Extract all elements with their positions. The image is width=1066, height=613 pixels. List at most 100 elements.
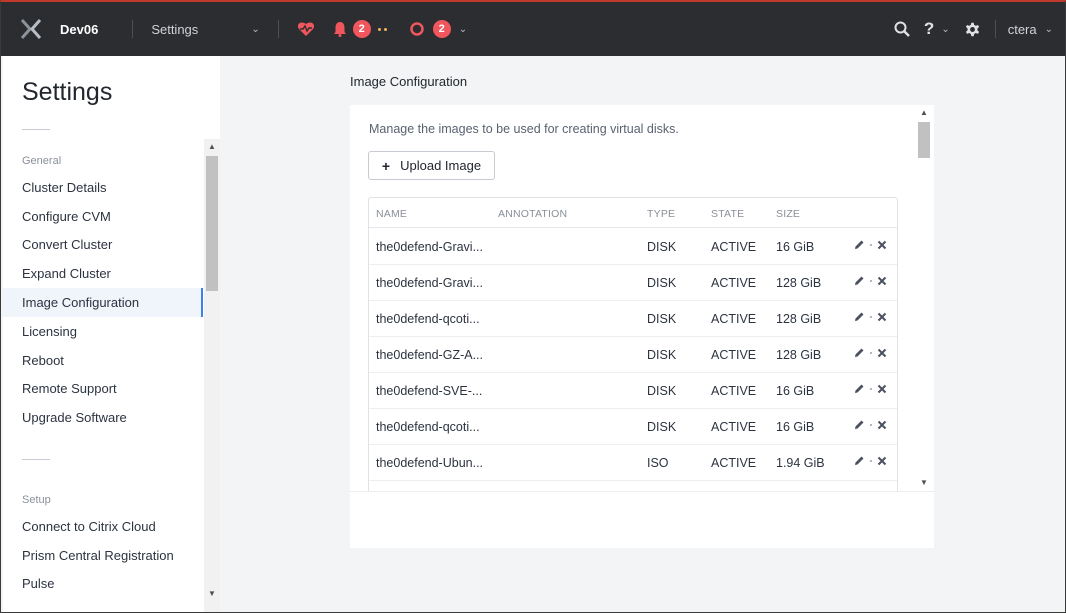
delete-x-icon[interactable] bbox=[877, 420, 887, 430]
column-header-state[interactable]: STATE bbox=[711, 208, 744, 220]
sidebar-item-cluster-details[interactable]: Cluster Details bbox=[3, 173, 203, 202]
sidebar-scroll-thumb[interactable] bbox=[206, 156, 218, 291]
user-menu[interactable]: ctera bbox=[1008, 22, 1037, 37]
sidebar-item-reboot[interactable]: Reboot bbox=[3, 346, 203, 375]
column-header-annotation[interactable]: ANNOTATION bbox=[498, 208, 567, 220]
delete-x-icon[interactable] bbox=[877, 240, 887, 250]
nav-dropdown-label[interactable]: Settings bbox=[151, 22, 251, 37]
table-row[interactable]: the0defend-SVE-... DISK ACTIVE 16 GiB bbox=[369, 373, 897, 409]
bell-icon[interactable] bbox=[333, 21, 347, 37]
cell-size: 1.94 GiB bbox=[776, 456, 825, 470]
upload-image-label: Upload Image bbox=[400, 158, 482, 173]
sidebar-item-upgrade-software[interactable]: Upgrade Software bbox=[3, 403, 203, 432]
cell-state: ACTIVE bbox=[711, 348, 757, 362]
panel-description: Manage the images to be used for creatin… bbox=[369, 122, 679, 136]
sidebar-item-configure-cvm[interactable]: Configure CVM bbox=[3, 202, 203, 231]
sidebar-item-image-configuration[interactable]: Image Configuration bbox=[3, 288, 203, 317]
cell-size: 128 GiB bbox=[776, 276, 822, 290]
chevron-down-icon[interactable]: ⌄ bbox=[459, 24, 467, 35]
edit-pencil-icon[interactable] bbox=[854, 311, 865, 322]
section-label-general: General bbox=[22, 155, 62, 167]
image-config-panel: Manage the images to be used for creatin… bbox=[350, 105, 934, 548]
sidebar-item-expand-cluster[interactable]: Expand Cluster bbox=[3, 259, 203, 288]
separator-dot bbox=[870, 459, 872, 462]
scroll-down-arrow-icon[interactable]: ▼ bbox=[916, 475, 932, 491]
cell-size: 16 GiB bbox=[776, 240, 815, 254]
edit-pencil-icon[interactable] bbox=[854, 239, 865, 250]
scroll-up-arrow-icon[interactable]: ▲ bbox=[204, 139, 220, 155]
cell-state: ACTIVE bbox=[711, 420, 757, 434]
section-label-setup: Setup bbox=[22, 494, 51, 506]
cluster-name[interactable]: Dev06 bbox=[60, 22, 98, 37]
cell-size: 16 GiB bbox=[776, 420, 815, 434]
cell-type: DISK bbox=[647, 276, 677, 290]
column-header-size[interactable]: SIZE bbox=[776, 208, 800, 220]
cell-type: DISK bbox=[647, 384, 677, 398]
separator-dot bbox=[870, 387, 872, 390]
delete-x-icon[interactable] bbox=[877, 348, 887, 358]
upload-image-button[interactable]: + Upload Image bbox=[368, 151, 495, 180]
edit-pencil-icon[interactable] bbox=[854, 383, 865, 394]
table-row[interactable]: the0defend-Ubun... ISO ACTIVE 1.94 GiB bbox=[369, 445, 897, 481]
scroll-down-arrow-icon[interactable]: ▼ bbox=[204, 586, 220, 602]
sidebar-item-licensing[interactable]: Licensing bbox=[3, 317, 203, 346]
edit-pencil-icon[interactable] bbox=[854, 455, 865, 466]
table-row[interactable]: the0defend-qcoti... DISK ACTIVE 128 GiB bbox=[369, 301, 897, 337]
delete-x-icon[interactable] bbox=[877, 384, 887, 394]
health-icon[interactable] bbox=[297, 21, 315, 37]
app-window: Dev06 Settings ⌄ 2 2 ⌄ ? ⌄ ctera ⌄ Setti… bbox=[0, 0, 1066, 613]
gear-icon[interactable] bbox=[964, 21, 981, 38]
chevron-down-icon[interactable]: ⌄ bbox=[251, 24, 259, 35]
cell-name: the0defend-qcoti... bbox=[376, 312, 480, 326]
cell-name: the0defend-Ubun... bbox=[376, 456, 484, 470]
divider bbox=[22, 459, 50, 460]
chevron-down-icon[interactable]: ⌄ bbox=[1045, 24, 1053, 35]
plus-icon: + bbox=[381, 157, 391, 174]
panel-scroll-thumb[interactable] bbox=[918, 122, 930, 158]
delete-x-icon[interactable] bbox=[877, 312, 887, 322]
edit-pencil-icon[interactable] bbox=[854, 275, 865, 286]
cell-state: ACTIVE bbox=[711, 384, 757, 398]
search-icon[interactable] bbox=[894, 21, 910, 37]
cell-name: the0defend-GZ-A... bbox=[376, 348, 484, 362]
column-header-name[interactable]: NAME bbox=[376, 208, 407, 220]
scroll-up-arrow-icon[interactable]: ▲ bbox=[916, 105, 932, 121]
more-dots-icon[interactable] bbox=[377, 27, 387, 31]
sidebar-list: General Cluster Details Configure CVM Co… bbox=[3, 139, 220, 612]
help-icon[interactable]: ? bbox=[924, 19, 934, 39]
alert-count-badge[interactable]: 2 bbox=[352, 20, 371, 38]
top-bar: Dev06 Settings ⌄ 2 2 ⌄ ? ⌄ ctera ⌄ bbox=[1, 2, 1065, 56]
delete-x-icon[interactable] bbox=[877, 276, 887, 286]
divider bbox=[277, 20, 279, 38]
chevron-down-icon[interactable]: ⌄ bbox=[941, 24, 949, 35]
separator-dot bbox=[870, 315, 872, 318]
row-actions bbox=[854, 347, 887, 358]
task-count-badge[interactable]: 2 bbox=[432, 20, 451, 38]
panel-scrollbar[interactable]: ▲ ▼ bbox=[916, 105, 932, 491]
cell-type: DISK bbox=[647, 240, 677, 254]
sidebar-item-convert-cluster[interactable]: Convert Cluster bbox=[3, 230, 203, 259]
cell-size: 128 GiB bbox=[776, 348, 822, 362]
sidebar-item-remote-support[interactable]: Remote Support bbox=[3, 374, 203, 403]
column-header-type[interactable]: TYPE bbox=[647, 208, 675, 220]
table-row[interactable]: the0defend-Gravi... DISK ACTIVE 128 GiB bbox=[369, 265, 897, 301]
settings-sidebar: Settings General Cluster Details Configu… bbox=[3, 56, 220, 612]
cell-type: ISO bbox=[647, 456, 669, 470]
table-row[interactable]: the0defend-Gravi... DISK ACTIVE 16 GiB bbox=[369, 229, 897, 265]
sidebar-item-connect-citrix-cloud[interactable]: Connect to Citrix Cloud bbox=[3, 512, 203, 541]
delete-x-icon[interactable] bbox=[877, 456, 887, 466]
images-table: NAME ANNOTATION TYPE STATE SIZE the0defe… bbox=[368, 197, 898, 491]
table-row[interactable]: the0defend-GZ-A... DISK ACTIVE 128 GiB bbox=[369, 337, 897, 373]
row-actions bbox=[854, 455, 887, 466]
tasks-icon[interactable] bbox=[409, 21, 425, 37]
cell-state: ACTIVE bbox=[711, 276, 757, 290]
sidebar-item-prism-central-registration[interactable]: Prism Central Registration bbox=[3, 541, 203, 570]
nutanix-logo-icon[interactable] bbox=[19, 17, 43, 41]
edit-pencil-icon[interactable] bbox=[854, 419, 865, 430]
separator-dot bbox=[870, 423, 872, 426]
sidebar-item-pulse[interactable]: Pulse bbox=[3, 569, 203, 598]
table-row[interactable]: the0defend-qcoti... DISK ACTIVE 16 GiB bbox=[369, 409, 897, 445]
cell-name: the0defend-SVE-... bbox=[376, 384, 483, 398]
edit-pencil-icon[interactable] bbox=[854, 347, 865, 358]
sidebar-scrollbar[interactable]: ▲ ▼ bbox=[204, 139, 220, 612]
